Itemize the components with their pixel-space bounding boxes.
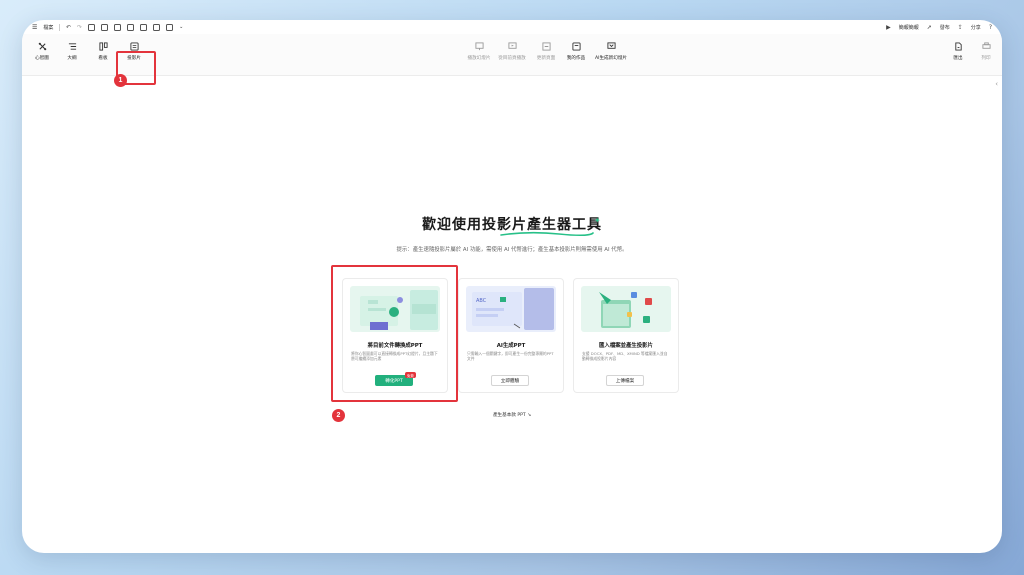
tool-play-slides[interactable]: 播放幻燈片 bbox=[465, 41, 493, 61]
my-works-icon bbox=[571, 41, 581, 51]
format-icon[interactable] bbox=[166, 23, 174, 31]
undo-icon[interactable]: ↶ bbox=[66, 24, 71, 31]
tool-label: 播放幻燈片 bbox=[467, 56, 491, 61]
tool-print[interactable]: 列印 bbox=[972, 41, 1000, 61]
chevron-down-icon[interactable]: ⌄ bbox=[179, 24, 183, 30]
help-icon[interactable]: ? bbox=[989, 24, 992, 31]
tool-play-current[interactable]: 從目前頁播放 bbox=[498, 41, 526, 61]
divider bbox=[59, 23, 60, 31]
tool-label: 匯出 bbox=[953, 56, 963, 61]
card-ai-generate[interactable]: ABC AI生成PPT 只需輸入一個關鍵字，即可產生一份完整專屬的PPT文件 立… bbox=[458, 278, 564, 393]
tool-outline[interactable]: 大綱 bbox=[58, 41, 86, 61]
outline-icon bbox=[67, 41, 77, 51]
main-toolbar: 心智圖 大綱 看板 投影片 播放幻燈片 從目前頁播放 更新頁面 我的作品 AI生… bbox=[22, 34, 1002, 85]
generate-basic-ppt-link[interactable]: 產生基本款 PPT ↘ bbox=[22, 412, 1002, 418]
print-icon bbox=[981, 41, 991, 51]
export-icon bbox=[953, 41, 963, 51]
print-icon[interactable] bbox=[127, 23, 135, 31]
export-icon[interactable] bbox=[101, 23, 109, 31]
ai-illustration: ABC bbox=[466, 286, 556, 332]
redo-icon[interactable]: ↷ bbox=[77, 24, 82, 31]
chevron-left-icon[interactable]: ‹ bbox=[995, 80, 998, 88]
tool-refresh-page[interactable]: 更新頁面 bbox=[532, 41, 560, 61]
title-underline-icon bbox=[500, 231, 594, 237]
file-menu[interactable]: 檔案 bbox=[43, 24, 53, 31]
play-slides-icon bbox=[474, 41, 484, 51]
import-illustration bbox=[581, 286, 671, 332]
share-menu[interactable]: 分享 bbox=[971, 24, 981, 31]
ai-slides-icon bbox=[606, 41, 616, 51]
tool-label: 列印 bbox=[981, 56, 991, 61]
share-icon[interactable]: ⇪ bbox=[958, 24, 963, 31]
step-badge-1: 1 bbox=[114, 74, 127, 87]
image-icon[interactable] bbox=[153, 23, 161, 31]
card-description: 只需輸入一個關鍵字，即可產生一份完整專屬的PPT文件 bbox=[467, 351, 554, 362]
hint-text: 提示：產生速隨投影片屬於 AI 功能，需使用 AI 代幣進行；產生基本投影片則無… bbox=[396, 247, 628, 253]
mindmap-icon bbox=[37, 41, 47, 51]
tool-label: AI生成新幻燈片 bbox=[594, 56, 628, 61]
save-icon[interactable] bbox=[114, 23, 122, 31]
refresh-page-icon bbox=[541, 41, 551, 51]
try-now-button[interactable]: 立即體驗 bbox=[491, 375, 529, 386]
tool-label: 從目前頁播放 bbox=[498, 56, 526, 61]
tool-label: 我的作品 bbox=[566, 56, 586, 61]
tool-label: 更新頁面 bbox=[536, 56, 556, 61]
sparkle-icon: ✦ bbox=[594, 216, 601, 225]
tool-export[interactable]: 匯出 bbox=[944, 41, 972, 61]
publish-icon[interactable]: ➚ bbox=[927, 24, 932, 31]
card-description: 支援 DOCX、PDF、MD、XMIND 等檔案匯入並自動轉換成投影片內容 bbox=[582, 351, 668, 362]
edit-icon[interactable] bbox=[140, 23, 148, 31]
play-current-icon bbox=[507, 41, 517, 51]
present-menu[interactable]: 簡報簡報 bbox=[899, 24, 919, 31]
card-title: AI生成PPT bbox=[496, 343, 526, 349]
menu-icon[interactable]: ☰ bbox=[32, 24, 37, 31]
titlebar: ☰ 檔案 ↶ ↷ ⌄ ▶ 簡報簡報 ➚ 發布 ⇪ 分享 ? bbox=[22, 20, 1002, 34]
svg-text:ABC: ABC bbox=[476, 298, 487, 304]
card-title: 匯入檔案並產生投影片 bbox=[599, 343, 653, 349]
app-window: ☰ 檔案 ↶ ↷ ⌄ ▶ 簡報簡報 ➚ 發布 ⇪ 分享 ? 心智圖 大綱 看板 … bbox=[22, 20, 1002, 553]
tool-label: 看板 bbox=[98, 56, 108, 61]
board-icon bbox=[98, 41, 108, 51]
tool-board[interactable]: 看板 bbox=[89, 41, 117, 61]
tool-label: 心智圖 bbox=[35, 56, 49, 61]
tool-mindmap[interactable]: 心智圖 bbox=[28, 41, 56, 61]
present-icon[interactable]: ▶ bbox=[886, 24, 891, 31]
highlight-box-convert bbox=[331, 265, 458, 402]
slides-icon bbox=[129, 41, 139, 51]
tool-my-works[interactable]: 我的作品 bbox=[562, 41, 590, 61]
card-import-file[interactable]: 匯入檔案並產生投影片 支援 DOCX、PDF、MD、XMIND 等檔案匯入並自動… bbox=[573, 278, 679, 393]
tool-label: 大綱 bbox=[67, 56, 77, 61]
tool-ai-slides[interactable]: AI生成新幻燈片 bbox=[594, 41, 628, 61]
publish-menu[interactable]: 發布 bbox=[940, 24, 950, 31]
play-icon[interactable] bbox=[88, 23, 96, 31]
upload-file-button[interactable]: 上傳檔案 bbox=[606, 375, 644, 386]
